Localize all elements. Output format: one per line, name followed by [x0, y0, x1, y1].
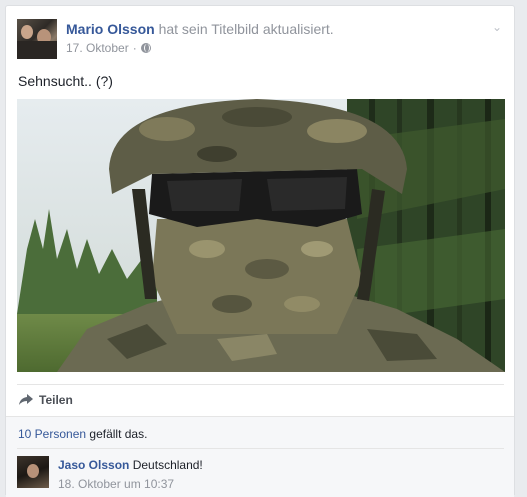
globe-icon[interactable] [140, 43, 151, 53]
likes-count-link[interactable]: 10 Personen [18, 427, 86, 441]
share-label: Teilen [39, 393, 73, 407]
likes-summary: 10 Personen gefällt das. [18, 427, 147, 441]
post-meta: 17. Oktober · [66, 41, 151, 55]
action-divider [17, 384, 504, 385]
share-button[interactable]: Teilen [19, 393, 73, 407]
author-avatar[interactable] [17, 19, 57, 59]
comment-timestamp[interactable]: 18. Oktober um 10:37 [58, 477, 174, 491]
post-action: hat sein Titelbild aktualisiert. [158, 21, 334, 37]
post-card: Mario Olsson hat sein Titelbild aktualis… [5, 5, 515, 497]
comments-divider [17, 448, 504, 449]
chevron-down-icon[interactable]: ⌄ [492, 20, 502, 34]
likes-suffix: gefällt das. [89, 427, 148, 441]
comment-text: Deutschland! [132, 458, 203, 472]
commenter-avatar[interactable] [17, 456, 49, 488]
meta-separator: · [132, 41, 137, 55]
post-photo[interactable] [17, 99, 505, 372]
author-name[interactable]: Mario Olsson [66, 21, 155, 37]
post-text: Sehnsucht.. (?) [18, 73, 113, 89]
post-date[interactable]: 17. Oktober [66, 41, 129, 55]
commenter-name[interactable]: Jaso Olsson [58, 458, 129, 472]
post-header: Mario Olsson hat sein Titelbild aktualis… [66, 21, 334, 37]
share-arrow-icon [19, 394, 33, 406]
comment-body: Jaso Olsson Deutschland! [58, 458, 203, 472]
